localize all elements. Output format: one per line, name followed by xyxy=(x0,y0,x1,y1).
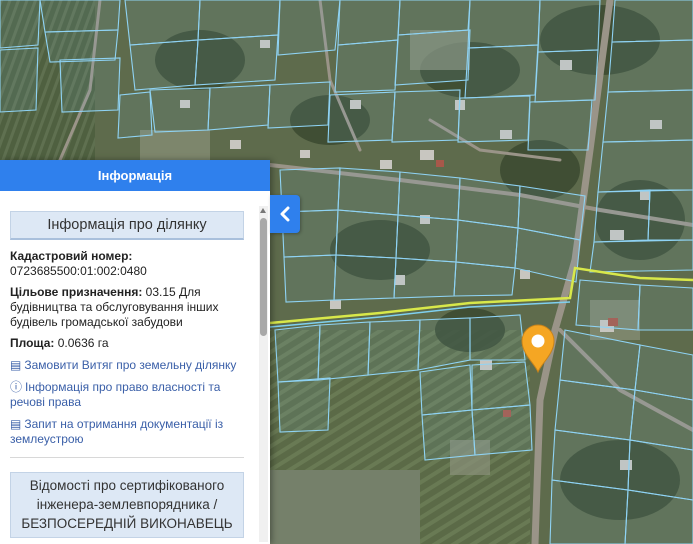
ownership-info-label: Інформація про право власності та речові… xyxy=(10,380,221,409)
documentation-request-label: Запит на отримання документації із земле… xyxy=(10,417,224,446)
document-list-icon: ▤ xyxy=(10,358,22,372)
cadastral-number-field: Кадастровий номер: 0723685500:01:002:048… xyxy=(10,249,248,279)
certified-engineer-heading: Відомості про сертифікованого інженера-з… xyxy=(10,472,244,538)
panel-body: Інформація про ділянку Кадастровий номер… xyxy=(0,191,256,544)
order-extract-link[interactable]: ▤ Замовити Витяг про земельну ділянку xyxy=(10,358,248,373)
purpose-field: Цільове призначення: 03.15 Для будівницт… xyxy=(10,285,248,330)
scroll-thumb[interactable] xyxy=(260,218,267,336)
document-list-icon: ▤ xyxy=(10,417,22,431)
parcel-info-heading: Інформація про ділянку xyxy=(10,211,244,240)
info-panel: Інформація Інформація про ділянку Кадаст… xyxy=(0,160,270,544)
cadastral-number-value: 0723685500:01:002:0480 xyxy=(10,264,147,278)
ownership-info-link[interactable]: ⓘ Інформація про право власності та речов… xyxy=(10,380,248,410)
collapse-panel-button[interactable] xyxy=(270,195,300,233)
info-circle-icon: ⓘ xyxy=(10,380,23,394)
field-bottom-lower xyxy=(270,470,420,544)
order-extract-label: Замовити Витяг про земельну ділянку xyxy=(24,358,237,372)
panel-header: Інформація xyxy=(0,160,270,191)
panel-scrollbar[interactable] xyxy=(259,206,268,542)
divider xyxy=(10,457,244,458)
area-value: 0.0636 га xyxy=(54,336,109,350)
area-label: Площа: xyxy=(10,336,55,350)
area-field: Площа: 0.0636 га xyxy=(10,336,248,351)
documentation-request-link[interactable]: ▤ Запит на отримання документації із земл… xyxy=(10,417,248,447)
scroll-up-arrow[interactable] xyxy=(260,208,266,213)
chevron-left-icon xyxy=(280,206,290,222)
purpose-label: Цільове призначення: xyxy=(10,285,143,299)
cadastral-number-label: Кадастровий номер: xyxy=(10,249,133,263)
